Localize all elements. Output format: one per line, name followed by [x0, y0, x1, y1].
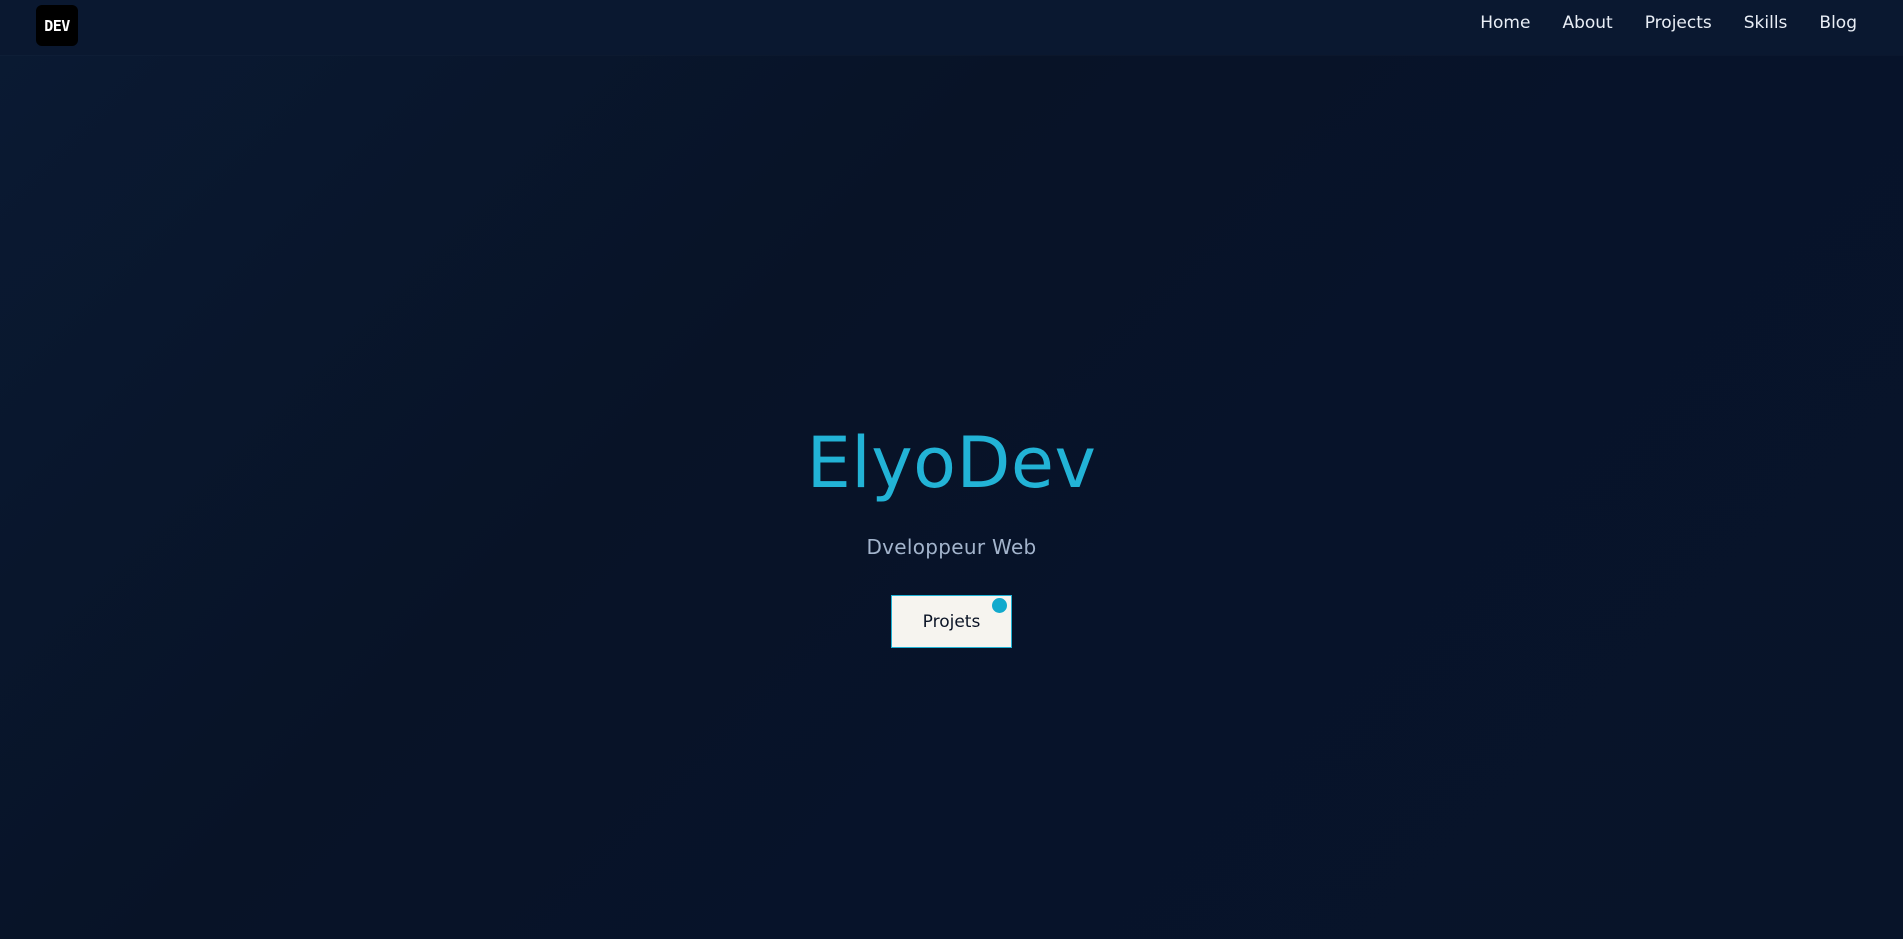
- dev-logo[interactable]: DEV: [36, 5, 78, 46]
- nav-projects-link[interactable]: Projects: [1645, 13, 1712, 33]
- projects-button[interactable]: Projets: [891, 595, 1012, 648]
- nav-skills-link[interactable]: Skills: [1744, 13, 1788, 33]
- nav-blog-link[interactable]: Blog: [1819, 13, 1857, 33]
- top-navbar: DEV Home About Projects Skills Blog: [0, 0, 1903, 55]
- nav-home-link[interactable]: Home: [1480, 13, 1530, 33]
- projects-button-label: Projets: [922, 611, 981, 632]
- main-nav: Home About Projects Skills Blog: [1448, 0, 1857, 46]
- logo-text: DEV: [44, 16, 70, 35]
- nav-about-link[interactable]: About: [1562, 13, 1612, 33]
- notification-dot-icon: [992, 598, 1007, 613]
- hero-title: ElyoDev: [806, 422, 1097, 504]
- hero-subtitle: Dveloppeur Web: [866, 535, 1037, 559]
